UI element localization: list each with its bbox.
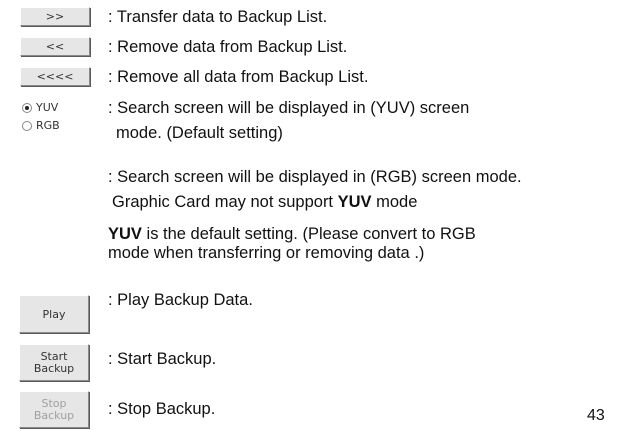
- remove-all-button[interactable]: <<<<: [20, 67, 90, 86]
- page-number: 43: [587, 407, 605, 424]
- stop-backup-line2: Backup: [33, 408, 75, 422]
- start-backup-button[interactable]: Start Backup: [19, 344, 89, 381]
- graphic-note-suffix: mode: [371, 193, 418, 211]
- start-backup-line1: Start: [40, 349, 68, 363]
- default-note-line2: mode when transferring or removing data …: [108, 244, 425, 262]
- rgb-description: : Search screen will be displayed in (RG…: [108, 168, 522, 186]
- default-note-bold: YUV: [108, 225, 142, 243]
- rgb-radio[interactable]: RGB: [22, 119, 60, 132]
- yuv-radio-label: YUV: [36, 101, 59, 114]
- yuv-description-line2: mode. (Default setting): [116, 124, 283, 142]
- graphic-note-prefix: Graphic Card may not support: [112, 193, 338, 211]
- default-note-line1: YUV is the default setting. (Please conv…: [108, 225, 476, 244]
- remove-description: : Remove data from Backup List.: [108, 38, 348, 56]
- stop-description: : Stop Backup.: [108, 400, 216, 418]
- play-description: : Play Backup Data.: [108, 291, 253, 309]
- stop-backup-line1: Stop: [41, 396, 67, 410]
- graphic-note-bold: YUV: [337, 193, 372, 211]
- remove-button[interactable]: <<: [20, 37, 90, 56]
- play-button[interactable]: Play: [19, 295, 89, 333]
- default-note-rest: is the default setting. (Please convert …: [141, 225, 476, 243]
- graphic-card-note: Graphic Card may not support YUV mode: [112, 193, 417, 212]
- yuv-radio[interactable]: YUV: [22, 101, 58, 114]
- start-backup-line2: Backup: [33, 361, 75, 375]
- start-description: : Start Backup.: [108, 350, 217, 368]
- transfer-description: : Transfer data to Backup List.: [108, 8, 328, 26]
- transfer-button[interactable]: >>: [20, 7, 90, 26]
- remove-all-description: : Remove all data from Backup List.: [108, 68, 369, 86]
- yuv-radio-dot[interactable]: [22, 102, 32, 113]
- yuv-description-line1: : Search screen will be displayed in (YU…: [108, 99, 470, 117]
- rgb-radio-dot[interactable]: [22, 120, 32, 131]
- rgb-radio-label: RGB: [36, 119, 60, 132]
- stop-backup-button[interactable]: Stop Backup: [19, 391, 89, 428]
